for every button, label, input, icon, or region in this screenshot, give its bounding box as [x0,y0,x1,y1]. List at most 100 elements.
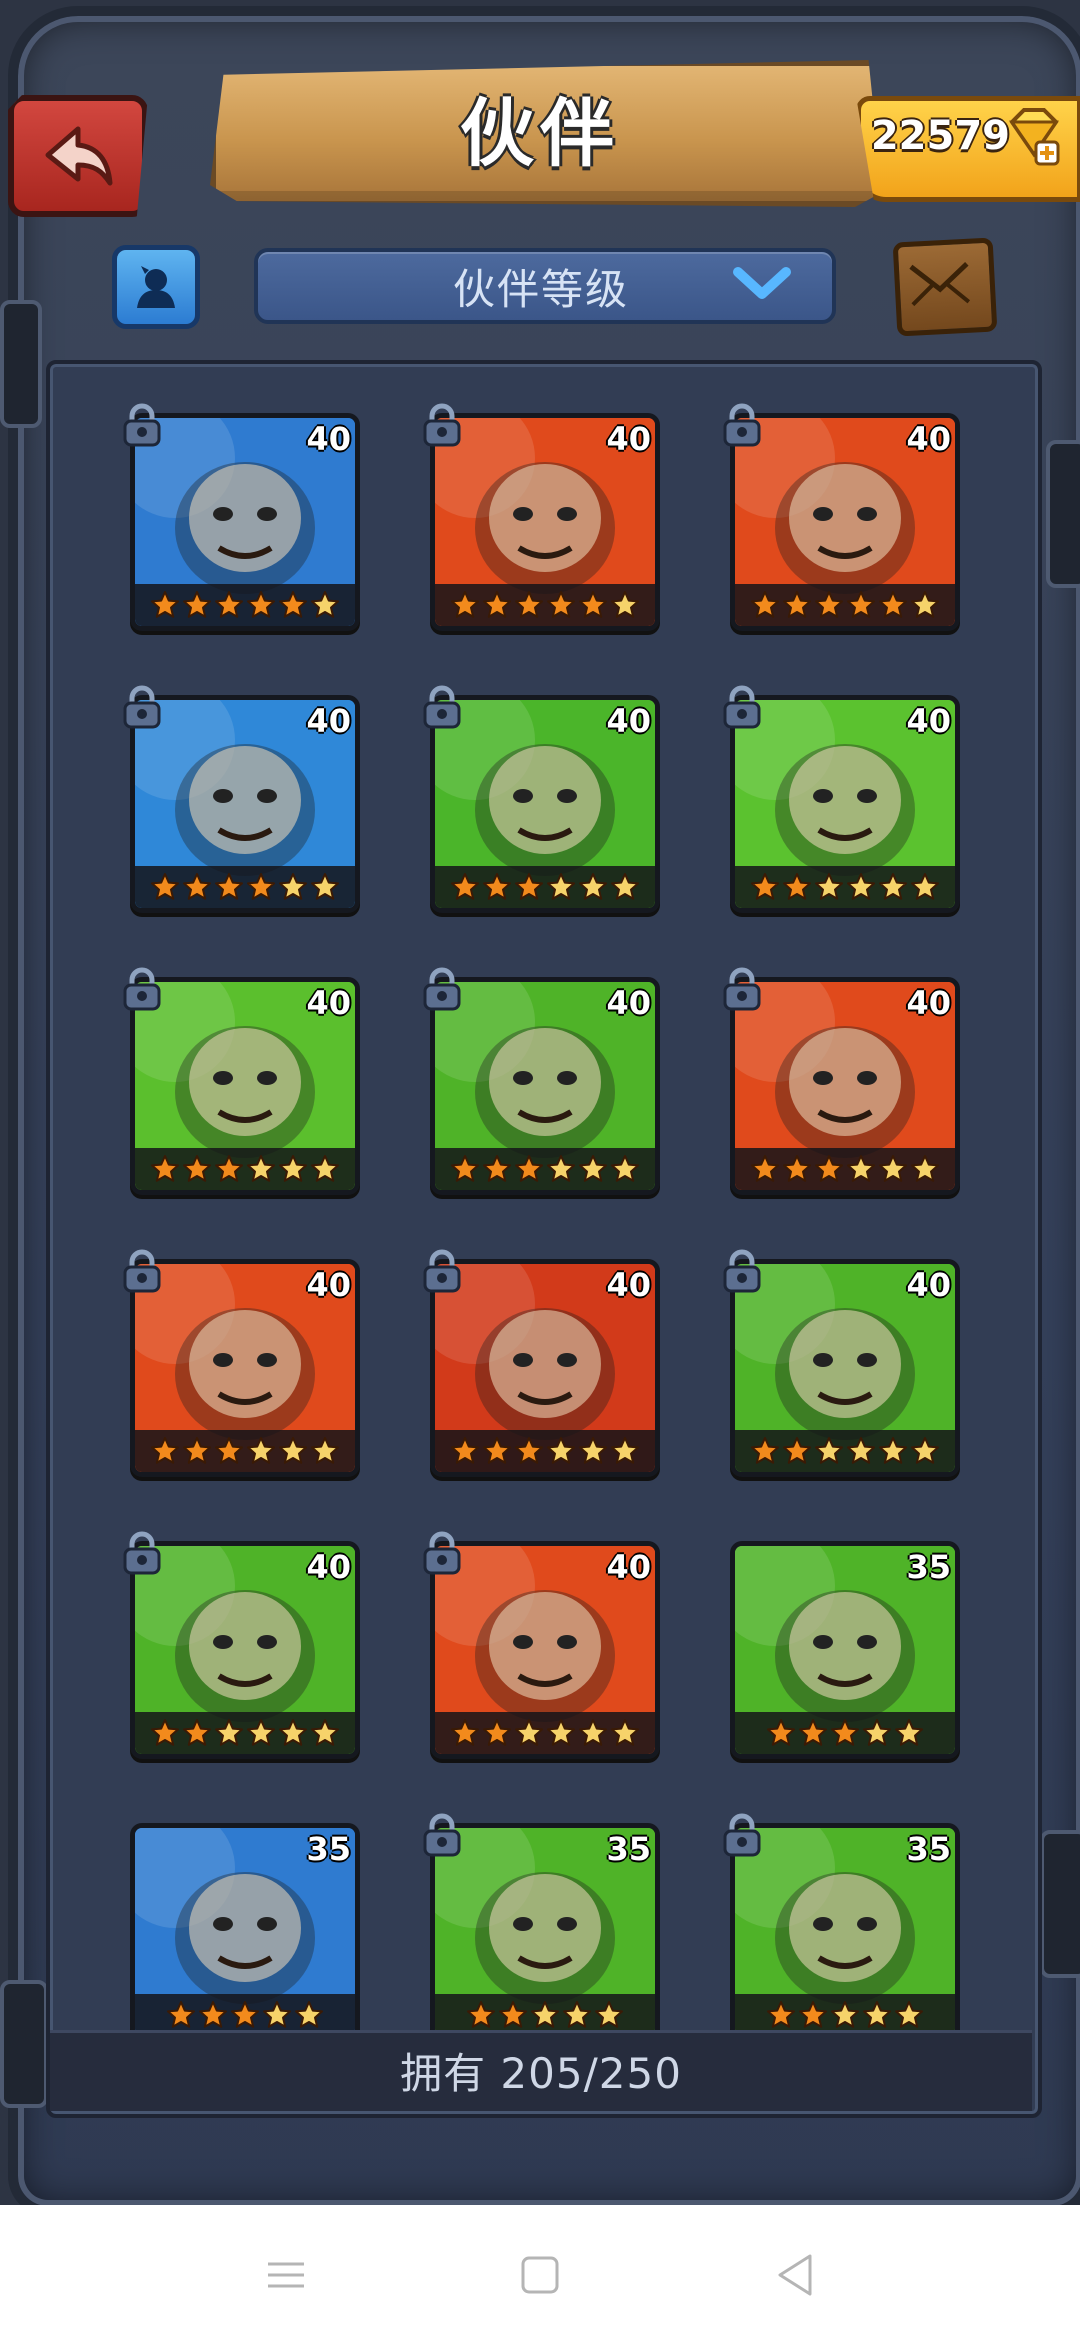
star-icon [483,1437,511,1464]
star-rating [735,1712,955,1754]
star-icon [579,591,607,618]
back-button[interactable] [8,95,148,217]
star-icon [215,873,243,900]
star-icon [579,1719,607,1746]
star-icon [895,2001,923,2028]
lock-icon[interactable] [420,1249,464,1295]
lock-icon[interactable] [420,403,464,449]
page-title: 伙伴 [460,91,620,177]
home-icon[interactable] [510,2250,570,2300]
partner-card[interactable]: 40 [430,977,660,1195]
star-icon [247,1719,275,1746]
lock-icon[interactable] [720,1813,764,1859]
menu-icon[interactable] [256,2250,316,2300]
star-icon [451,1155,479,1182]
game-screen: 伙伴 22579 伙伴等级 40 40 40 40 40 40 40 40 40 40 40 40 40… [0,0,1080,2205]
partner-card[interactable]: 40 [430,1259,660,1477]
star-icon [783,591,811,618]
star-rating [435,584,655,626]
star-icon [879,873,907,900]
gold-count: 22579 [870,113,1010,159]
lock-icon[interactable] [420,967,464,1013]
star-icon [815,1155,843,1182]
star-icon [847,591,875,618]
lock-icon[interactable] [120,1531,164,1577]
partner-level: 40 [606,702,651,740]
star-icon [751,1437,779,1464]
star-icon [183,1155,211,1182]
filter-button[interactable] [112,245,200,329]
star-icon [531,2001,559,2028]
star-icon [611,1719,639,1746]
gem-add-icon[interactable] [1002,104,1062,168]
lock-icon[interactable] [720,685,764,731]
scroll-map-button[interactable] [892,237,998,337]
rock-decoration [1046,440,1080,588]
lock-icon[interactable] [720,403,764,449]
chevron-down-icon[interactable] [730,262,794,306]
star-icon [751,591,779,618]
star-icon [547,873,575,900]
star-icon [751,1155,779,1182]
partner-level: 35 [306,1830,351,1868]
partner-card[interactable]: 40 [730,977,960,1195]
partner-level: 40 [306,984,351,1022]
star-icon [911,873,939,900]
partner-level: 40 [306,1266,351,1304]
partner-level: 40 [906,702,951,740]
partner-card[interactable]: 40 [130,1259,360,1477]
star-rating [135,1430,355,1472]
rock-decoration [0,1980,48,2108]
star-rating [135,1148,355,1190]
star-icon [247,1155,275,1182]
partner-card[interactable]: 40 [130,977,360,1195]
lock-icon[interactable] [420,1813,464,1859]
star-icon [799,2001,827,2028]
star-icon [815,591,843,618]
partner-card[interactable]: 40 [130,695,360,913]
partner-card[interactable]: 40 [130,1541,360,1759]
star-icon [151,873,179,900]
partner-card[interactable]: 35 [430,1823,660,2041]
partner-card[interactable]: 35 [730,1823,960,2041]
star-icon [783,1437,811,1464]
back-nav-icon[interactable] [766,2250,826,2300]
lock-icon[interactable] [120,1249,164,1295]
partner-card[interactable]: 40 [730,1259,960,1477]
partner-level: 35 [906,1548,951,1586]
star-icon [911,1437,939,1464]
star-icon [767,2001,795,2028]
partner-card[interactable]: 35 [130,1823,360,2041]
partner-level: 40 [306,702,351,740]
star-icon [895,1719,923,1746]
star-icon [279,1719,307,1746]
partner-level: 40 [906,1266,951,1304]
lock-icon[interactable] [420,685,464,731]
star-icon [611,591,639,618]
lock-icon[interactable] [720,1249,764,1295]
partner-card[interactable]: 40 [730,413,960,631]
partner-card[interactable]: 40 [430,1541,660,1759]
partner-card[interactable]: 40 [730,695,960,913]
lock-icon[interactable] [120,685,164,731]
star-icon [183,873,211,900]
lock-icon[interactable] [120,967,164,1013]
star-icon [247,1437,275,1464]
star-icon [815,1437,843,1464]
partner-card[interactable]: 40 [430,695,660,913]
partner-card[interactable]: 40 [430,413,660,631]
star-icon [515,873,543,900]
partner-card[interactable]: 40 [130,413,360,631]
partner-level: 40 [306,420,351,458]
star-icon [783,1155,811,1182]
lock-icon[interactable] [720,967,764,1013]
lock-icon[interactable] [120,403,164,449]
lock-icon[interactable] [420,1531,464,1577]
partner-card[interactable]: 35 [730,1541,960,1759]
star-icon [183,591,211,618]
rock-decoration [1040,1830,1080,1978]
star-icon [247,873,275,900]
star-icon [879,1155,907,1182]
partner-silhouette-icon [137,266,175,308]
partner-level: 40 [606,420,651,458]
